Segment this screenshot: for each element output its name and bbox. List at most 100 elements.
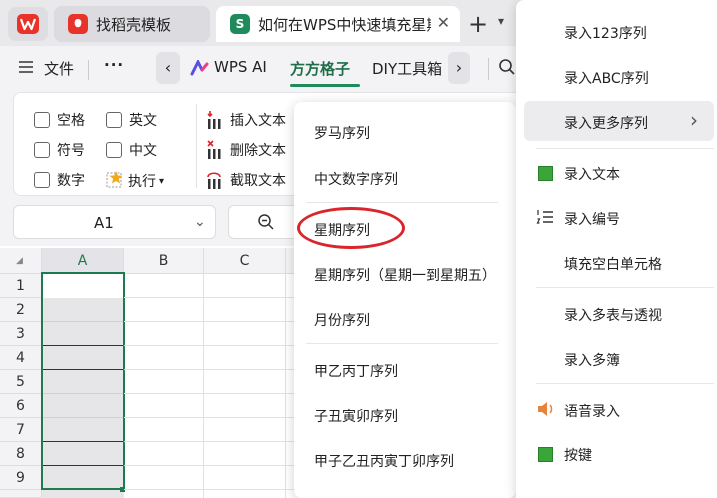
menu-item-key[interactable]: 按键 [564,445,592,465]
menu-fangfang[interactable]: 方方格子 [290,58,350,79]
row-header[interactable]: 6 [0,394,42,418]
menu-item-multi-sheet-pivot[interactable]: 录入多表与透视 [564,305,662,325]
sequence-submenu [294,102,516,498]
menu-file[interactable]: 文件 [44,58,74,79]
chevron-down-icon[interactable]: ⌄ [194,214,206,230]
column-header[interactable]: B [124,248,204,274]
checkbox-box [106,142,122,158]
menu-item-input-numbering[interactable]: 录入编号 [564,209,620,229]
name-box-value: A1 [94,214,114,232]
menu-more[interactable]: ··· [104,56,124,74]
row-header[interactable]: 5 [0,370,42,394]
chevron-down-icon: ▾ [159,175,165,187]
close-tab-icon[interactable]: ✕ [430,13,450,32]
execute-button[interactable]: 执行 ▾ [106,170,164,192]
checkbox-chinese[interactable]: 中文 [106,140,157,160]
name-box[interactable]: A1 ⌄ [13,205,216,239]
checkbox-box [34,172,50,188]
row-header[interactable]: 3 [0,322,42,346]
checkbox-box [34,112,50,128]
menu-divider [488,58,489,80]
star-icon [106,170,124,192]
checkbox-label: 符号 [57,143,85,159]
column-header[interactable]: C [204,248,286,274]
menu-wps-ai[interactable]: WPS AI [214,58,267,76]
delete-text-button[interactable]: 删除文本 [206,140,286,160]
menu-item-input-more-sequences[interactable]: 录入更多序列 [564,113,648,133]
menu-diy[interactable]: DIY工具箱 [372,58,448,79]
menu-separator [306,343,498,344]
selection-border [41,272,125,490]
delete-text-label: 删除文本 [230,143,286,159]
checkbox-box [106,112,122,128]
row-header[interactable]: 2 [0,298,42,322]
wps-home-button[interactable] [8,7,48,41]
text-input-icon [538,166,553,181]
row-header[interactable]: 4 [0,346,42,370]
row-header[interactable]: 8 [0,442,42,466]
menu-item-multi-workbook[interactable]: 录入多簿 [564,350,620,370]
checkbox-space[interactable]: 空格 [34,110,85,130]
insert-text-label: 插入文本 [230,113,286,129]
row-header[interactable] [0,490,42,498]
menu-item-chinese-number-sequence[interactable]: 中文数字序列 [314,169,398,189]
extract-text-button[interactable]: 截取文本 [206,170,286,190]
checkbox-symbol[interactable]: 符号 [34,140,85,160]
menu-item-voice-input[interactable]: 语音录入 [564,401,620,421]
menu-separator [306,202,498,203]
tab-label: 如何在WPS中快速填充星期 [258,15,442,34]
menu-item-earthly-branches[interactable]: 子丑寅卯序列 [314,406,398,426]
menu-item-weekday-mon-fri[interactable]: 星期序列（星期一到星期五） [314,265,496,285]
wps-logo-icon [17,14,39,34]
checkbox-label: 英文 [129,113,157,129]
scroll-left-icon[interactable]: ‹ [156,52,180,84]
daoke-icon [68,14,88,34]
extract-text-icon [206,170,224,190]
checkbox-label: 中文 [129,143,157,159]
menu-item-heavenly-stems[interactable]: 甲乙丙丁序列 [314,361,398,381]
menu-separator [536,383,714,384]
ribbon-divider [196,104,197,188]
menu-separator [536,148,714,149]
execute-label: 执行 [128,174,156,190]
zoom-icon[interactable] [257,213,275,235]
key-icon [538,447,553,462]
tab-daoke-templates[interactable]: 找稻壳模板 [54,6,210,42]
row-header[interactable]: 7 [0,418,42,442]
menu-item-input-123[interactable]: 录入123序列 [564,23,647,43]
wps-ai-icon [190,58,210,80]
scroll-right-icon[interactable]: › [448,52,470,84]
row-header[interactable]: 9 [0,466,42,490]
checkbox-label: 空格 [57,113,85,129]
column-gridline [285,274,286,498]
column-header[interactable]: A [42,248,124,274]
chevron-right-icon: › [690,108,698,132]
menu-item-fill-blank-cells[interactable]: 填充空白单元格 [564,254,662,274]
delete-text-icon [206,140,224,160]
extract-text-label: 截取文本 [230,173,286,189]
menu-separator [536,287,714,288]
cell-area[interactable] [124,274,294,498]
hamburger-icon[interactable] [18,60,34,78]
insert-text-icon [206,110,224,130]
menu-item-roman-sequence[interactable]: 罗马序列 [314,123,370,143]
menu-item-input-abc[interactable]: 录入ABC序列 [564,68,649,88]
new-tab-button[interactable]: + [468,10,488,38]
checkbox-number[interactable]: 数字 [34,170,85,190]
speaker-icon [536,400,556,422]
insert-text-button[interactable]: 插入文本 [206,110,286,130]
select-all-corner[interactable]: ◢ [0,248,42,274]
highlight-ellipse [297,207,405,249]
checkbox-box [34,142,50,158]
menu-item-sexagenary-cycle[interactable]: 甲子乙丑丙寅丁卯序列 [314,451,454,471]
checkbox-english[interactable]: 英文 [106,110,157,130]
tab-label: 找稻壳模板 [96,15,172,34]
menu-item-input-text[interactable]: 录入文本 [564,164,620,184]
row-header[interactable]: 1 [0,274,42,298]
chevron-down-icon[interactable]: ▾ [498,14,504,28]
search-icon[interactable] [498,58,516,80]
tab-current-document[interactable]: S 如何在WPS中快速填充星期 ✕ [216,6,460,42]
active-tab-indicator [290,84,360,87]
spreadsheet-icon: S [230,14,250,34]
menu-item-month-sequence[interactable]: 月份序列 [314,310,370,330]
